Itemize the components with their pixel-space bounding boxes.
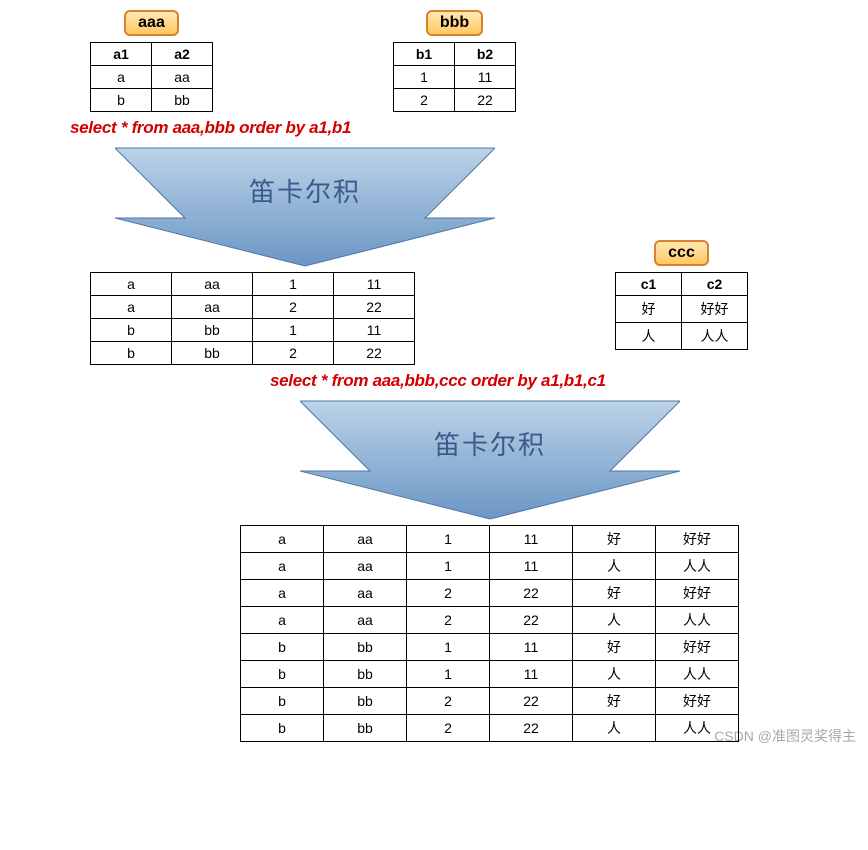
th: c2 — [682, 273, 748, 296]
td: 好 — [573, 688, 656, 715]
td: 人人 — [656, 553, 739, 580]
badge-ccc: ccc — [654, 240, 709, 266]
td: 好 — [573, 580, 656, 607]
arrow-label: 笛卡尔积 — [115, 172, 495, 209]
td: bb — [324, 661, 407, 688]
td: 2 — [253, 296, 334, 319]
table-result-2: aaa111好好好 aaa111人人人 aaa222好好好 aaa222人人人 … — [240, 525, 739, 742]
td: bb — [152, 89, 213, 112]
td: bb — [324, 715, 407, 742]
td: 22 — [334, 296, 415, 319]
td: a — [241, 580, 324, 607]
td: 好 — [616, 296, 682, 323]
td: aa — [172, 273, 253, 296]
table-result-1: aaa111 aaa222 bbb111 bbb222 — [90, 272, 415, 365]
td: 人 — [573, 553, 656, 580]
td: 1 — [394, 66, 455, 89]
badge-bbb: bbb — [426, 10, 483, 36]
td: b — [91, 89, 152, 112]
td: b — [241, 688, 324, 715]
td: 2 — [407, 580, 490, 607]
table-bbb: b1b2 111 222 — [393, 42, 516, 112]
td: bb — [172, 342, 253, 365]
td: a — [91, 273, 172, 296]
td: 1 — [407, 634, 490, 661]
td: aa — [324, 526, 407, 553]
td: b — [91, 319, 172, 342]
arrow-cartesian-1: 笛卡尔积 — [115, 138, 495, 268]
td: 好 — [573, 634, 656, 661]
td: 11 — [334, 273, 415, 296]
td: 22 — [334, 342, 415, 365]
td: 2 — [394, 89, 455, 112]
td: 11 — [490, 553, 573, 580]
td: 人 — [573, 715, 656, 742]
td: 人人 — [656, 661, 739, 688]
td: bb — [324, 688, 407, 715]
td: a — [241, 526, 324, 553]
td: b — [91, 342, 172, 365]
td: 2 — [253, 342, 334, 365]
td: aa — [324, 553, 407, 580]
td: aa — [152, 66, 213, 89]
td: aa — [324, 607, 407, 634]
td: a — [91, 296, 172, 319]
td: 2 — [407, 688, 490, 715]
td: 2 — [407, 715, 490, 742]
watermark: CSDN @准图灵奖得主 — [714, 726, 856, 746]
table-ccc: c1c2 好好好 人人人 — [615, 272, 748, 350]
td: aa — [172, 296, 253, 319]
td: a — [241, 607, 324, 634]
arrow-label: 笛卡尔积 — [300, 425, 680, 462]
td: 人 — [616, 323, 682, 350]
td: 好 — [573, 526, 656, 553]
td: 1 — [253, 319, 334, 342]
th: b2 — [455, 43, 516, 66]
td: 22 — [490, 688, 573, 715]
td: a — [241, 553, 324, 580]
td: 22 — [455, 89, 516, 112]
td: 22 — [490, 580, 573, 607]
td: aa — [324, 580, 407, 607]
td: 人人 — [656, 607, 739, 634]
td: 22 — [490, 715, 573, 742]
td: 22 — [490, 607, 573, 634]
td: 人 — [573, 607, 656, 634]
sql-statement-1: select * from aaa,bbb order by a1,b1 — [70, 118, 858, 138]
td: 1 — [407, 526, 490, 553]
table-aaa: a1a2 aaa bbb — [90, 42, 213, 112]
td: 1 — [407, 661, 490, 688]
td: 人人 — [682, 323, 748, 350]
td: b — [241, 661, 324, 688]
sql-statement-2: select * from aaa,bbb,ccc order by a1,b1… — [270, 371, 858, 391]
td: 1 — [407, 553, 490, 580]
td: 11 — [490, 526, 573, 553]
td: a — [91, 66, 152, 89]
td: 好好 — [656, 526, 739, 553]
td: 11 — [455, 66, 516, 89]
td: 好好 — [656, 634, 739, 661]
td: 好好 — [656, 688, 739, 715]
th: a2 — [152, 43, 213, 66]
td: 1 — [253, 273, 334, 296]
td: b — [241, 634, 324, 661]
td: 好好 — [656, 580, 739, 607]
td: 2 — [407, 607, 490, 634]
th: c1 — [616, 273, 682, 296]
td: 人 — [573, 661, 656, 688]
th: a1 — [91, 43, 152, 66]
td: 11 — [334, 319, 415, 342]
td: bb — [324, 634, 407, 661]
badge-aaa: aaa — [124, 10, 179, 36]
td: 好好 — [682, 296, 748, 323]
arrow-cartesian-2: 笛卡尔积 — [300, 391, 680, 521]
td: 11 — [490, 661, 573, 688]
td: bb — [172, 319, 253, 342]
td: b — [241, 715, 324, 742]
td: 11 — [490, 634, 573, 661]
th: b1 — [394, 43, 455, 66]
